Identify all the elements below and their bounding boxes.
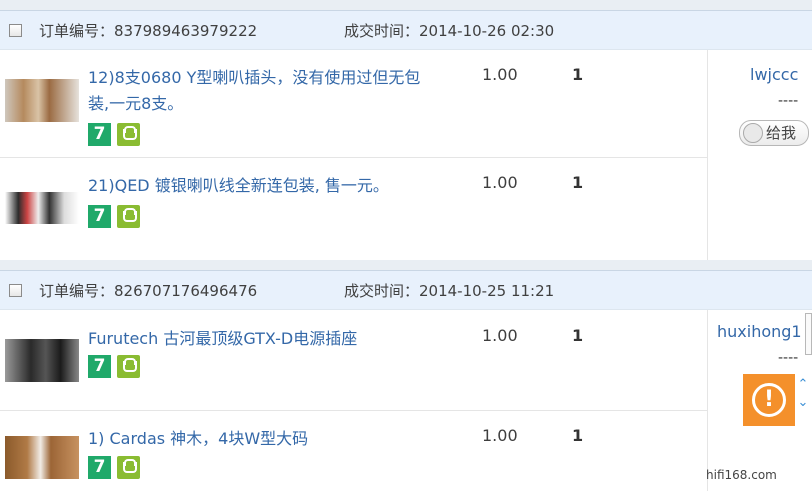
item-quantity: 1	[572, 326, 584, 345]
scroll-down-icon[interactable]: ⌄	[795, 394, 811, 412]
order-select-checkbox[interactable]	[9, 283, 22, 297]
order-item: 21)QED 镀银喇叭线全新连包装, 售一元。 7 1.00 1	[0, 158, 707, 260]
item-price: 1.00	[482, 173, 518, 192]
product-title-link[interactable]: 21)QED 镀银喇叭线全新连包装, 售一元。	[88, 173, 688, 199]
chat-button-label: 给我	[766, 124, 797, 142]
product-thumbnail[interactable]	[5, 436, 79, 479]
product-title-link[interactable]: 1) Cardas 神木，4块W型大码	[88, 426, 688, 452]
item-quantity: 1	[572, 65, 584, 84]
order-number: 订单编号：826707176496476	[39, 281, 258, 300]
service-badges: 7	[88, 456, 140, 479]
order-select-checkbox[interactable]	[9, 23, 22, 37]
seller-separator: ----	[778, 93, 799, 109]
guarantee-lock-icon[interactable]	[117, 355, 140, 378]
seven-day-return-icon[interactable]: 7	[88, 205, 111, 228]
service-badges: 7	[88, 355, 140, 378]
item-price: 1.00	[482, 426, 518, 445]
order-item: 1) Cardas 神木，4块W型大码 7 1.00 1	[0, 411, 707, 491]
item-price: 1.00	[482, 326, 518, 345]
chat-face-icon	[743, 123, 763, 143]
item-quantity: 1	[572, 173, 584, 192]
product-title-link[interactable]: Furutech 古河最顶级GTX-D电源插座	[88, 326, 688, 352]
order-item: Furutech 古河最顶级GTX-D电源插座 7 1.00 1	[0, 310, 707, 411]
order-header: 订单编号：837989463979222 成交时间：2014-10-26 02:…	[0, 11, 812, 50]
order-header: 订单编号：826707176496476 成交时间：2014-10-25 11:…	[0, 271, 812, 310]
product-thumbnail[interactable]	[5, 192, 79, 224]
order-block: 订单编号：826707176496476 成交时间：2014-10-25 11:…	[0, 270, 812, 491]
deal-time: 成交时间：2014-10-26 02:30	[344, 21, 555, 40]
order-block: 订单编号：837989463979222 成交时间：2014-10-26 02:…	[0, 10, 812, 260]
site-watermark: hifi168.com	[706, 468, 777, 482]
service-badges: 7	[88, 205, 140, 228]
scroll-up-icon[interactable]: ⌃	[795, 376, 811, 394]
guarantee-lock-icon[interactable]	[117, 205, 140, 228]
service-badges: 7	[88, 123, 140, 146]
guarantee-lock-icon[interactable]	[117, 123, 140, 146]
side-scroll-handle[interactable]	[805, 313, 812, 355]
deal-time: 成交时间：2014-10-25 11:21	[344, 281, 555, 300]
seven-day-return-icon[interactable]: 7	[88, 456, 111, 479]
order-item: 12)8支0680 Y型喇叭插头，没有使用过但无包装,一元8支。 7 1.00 …	[0, 50, 707, 158]
scroll-updown-control[interactable]: ⌃ ⌄	[795, 376, 811, 428]
item-quantity: 1	[572, 426, 584, 445]
seller-column: lwjccc ---- 给我	[707, 50, 812, 260]
product-thumbnail[interactable]	[5, 339, 79, 382]
chat-with-seller-button[interactable]: 给我	[739, 120, 809, 146]
guarantee-lock-icon[interactable]	[117, 456, 140, 479]
seller-name-link[interactable]: lwjccc	[750, 65, 798, 84]
item-price: 1.00	[482, 65, 518, 84]
product-title-link[interactable]: 12)8支0680 Y型喇叭插头，没有使用过但无包装,一元8支。	[88, 65, 438, 117]
seven-day-return-icon[interactable]: 7	[88, 355, 111, 378]
feedback-float-button[interactable]: !	[743, 374, 795, 426]
alert-mark: !	[763, 387, 775, 412]
seven-day-return-icon[interactable]: 7	[88, 123, 111, 146]
product-thumbnail[interactable]	[5, 79, 79, 122]
seller-separator: ----	[778, 350, 799, 366]
seller-name-link[interactable]: huxihong1	[717, 322, 802, 341]
order-number: 订单编号：837989463979222	[39, 21, 258, 40]
